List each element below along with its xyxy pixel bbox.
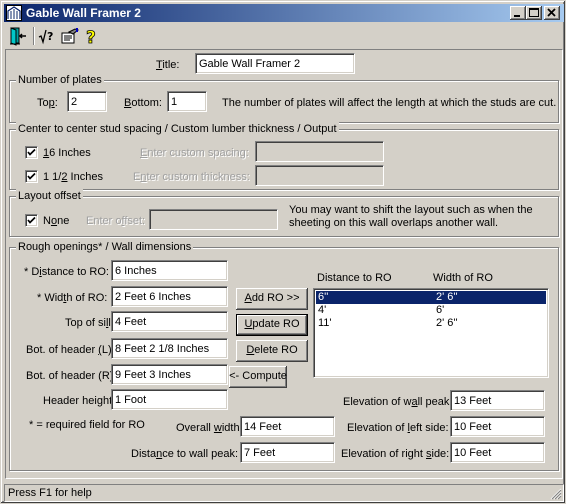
plates-note: The number of plates will affect the len…	[222, 97, 557, 109]
custom-spacing-label: Enter custom spacing:	[140, 147, 249, 159]
delete-ro-button[interactable]: Delete RO	[236, 340, 308, 362]
list-item[interactable]: 11' 2' 6''	[316, 317, 546, 330]
distance-to-ro-input[interactable]: 6 Inches	[111, 260, 228, 281]
calculator-sqrt-icon: ?	[38, 29, 53, 45]
offset-input[interactable]	[149, 209, 278, 230]
update-ro-button[interactable]: Update RO	[236, 314, 308, 336]
checkmark-icon	[27, 148, 36, 156]
thickness-label[interactable]: 1 1/2 Inches	[43, 170, 103, 184]
top-of-sill-input[interactable]: 4 Feet	[111, 311, 228, 332]
help-button[interactable]: ?	[82, 26, 102, 49]
status-bar: Press F1 for help	[4, 483, 564, 502]
spacing-group-title: Center to center stud spacing / Custom l…	[16, 122, 339, 136]
title-input[interactable]: Gable Wall Framer 2	[195, 53, 355, 74]
distance-to-peak-label: Distance to wall peak:	[131, 448, 239, 460]
list-item-distance: 6''	[318, 291, 329, 303]
status-text: Press F1 for help	[4, 484, 564, 502]
resize-grip-icon[interactable]	[550, 488, 562, 500]
elevation-left-label: Elevation of left side:	[347, 422, 449, 434]
overall-width-label: Overall width:	[176, 422, 243, 434]
list-item[interactable]: 4' 6'	[316, 304, 546, 317]
elevation-left-input[interactable]: 10 Feet	[450, 416, 545, 437]
checkmark-icon	[27, 172, 36, 180]
checkmark-icon	[27, 216, 36, 224]
ro-listbox[interactable]: 6'' 2' 6'' 4' 6' 11' 2' 6''	[313, 288, 549, 378]
required-note: * = required field for RO	[29, 419, 145, 431]
offset-label: Enter offset:	[86, 215, 146, 227]
exit-door-icon	[10, 27, 26, 46]
custom-spacing-input[interactable]	[255, 141, 384, 162]
list-item-distance: 11'	[318, 317, 332, 329]
layout-group-title: Layout offset	[16, 189, 83, 203]
list-item[interactable]: 6'' 2' 6''	[316, 291, 546, 304]
distance-to-peak-input[interactable]: 7 Feet	[240, 442, 335, 463]
bottom-header-left-input[interactable]: 8 Feet 2 1/8 Inches	[111, 338, 228, 359]
top-of-sill-label: Top of sill:	[65, 317, 114, 329]
plates-group-title: Number of plates	[16, 73, 104, 87]
bottom-header-right-input[interactable]: 9 Feet 3 Inches	[111, 364, 228, 385]
overall-width-input[interactable]: 14 Feet	[240, 416, 335, 437]
toolbar-separator	[33, 27, 35, 45]
compute-button[interactable]: <- Compute	[229, 366, 287, 388]
bottom-plates-input[interactable]: 1	[167, 91, 207, 112]
spacing-16-checkbox[interactable]	[25, 146, 38, 159]
close-button[interactable]	[544, 6, 560, 20]
width-of-ro-input[interactable]: 2 Feet 6 Inches	[111, 286, 228, 307]
layout-group: Layout offset None Enter offset: You may…	[9, 189, 559, 237]
bottom-header-left-label: Bot. of header (L):	[26, 344, 115, 356]
plates-group: Number of plates Top: 2 Bottom: 1 The nu…	[9, 73, 559, 123]
elevation-right-label: Elevation of right side:	[341, 448, 450, 460]
add-ro-button[interactable]: Add RO >>	[236, 288, 308, 310]
help-icon: ?	[86, 28, 97, 49]
window-title: Gable Wall Framer 2	[26, 6, 141, 20]
svg-text:?: ?	[47, 30, 53, 43]
toolbar: ? ?	[4, 24, 564, 48]
thickness-checkbox[interactable]	[25, 170, 38, 183]
rough-openings-group-title: Rough openings* / Wall dimensions	[16, 240, 194, 254]
list-header-distance[interactable]: Distance to RO	[317, 271, 392, 285]
no-offset-checkbox[interactable]	[25, 214, 38, 227]
title-bar[interactable]: Gable Wall Framer 2	[4, 4, 564, 22]
distance-to-ro-label: * Distance to RO:	[24, 266, 109, 278]
close-icon	[547, 8, 556, 17]
svg-text:?: ?	[86, 28, 96, 46]
elevation-right-input[interactable]: 10 Feet	[450, 442, 545, 463]
minimize-button[interactable]	[510, 6, 526, 20]
top-plates-label: Top:	[37, 97, 58, 109]
spacing-group: Center to center stud spacing / Custom l…	[9, 122, 559, 190]
no-offset-label[interactable]: None	[43, 214, 69, 228]
top-plates-input[interactable]: 2	[67, 91, 107, 112]
maximize-icon	[529, 8, 539, 17]
properties-button[interactable]	[60, 26, 80, 46]
list-item-width: 2' 6''	[436, 317, 458, 329]
header-height-input[interactable]: 1 Foot	[111, 389, 228, 410]
layout-note-line1: You may want to shift the layout such as…	[289, 204, 533, 216]
elevation-peak-label: Elevation of wall peak:	[343, 396, 453, 408]
width-of-ro-label: * Width of RO:	[37, 292, 108, 304]
app-window: Gable Wall Framer 2 ? ? Title: Gable Wal…	[0, 0, 566, 504]
rough-openings-group: Rough openings* / Wall dimensions * Dist…	[9, 240, 559, 471]
form-area: Title: Gable Wall Framer 2 Number of pla…	[5, 49, 563, 479]
list-item-distance: 4'	[318, 304, 327, 316]
maximize-button[interactable]	[526, 6, 542, 20]
bottom-header-right-label: Bot. of header (R):	[26, 370, 117, 382]
properties-icon	[61, 28, 80, 44]
spacing-16-label[interactable]: 16 Inches	[43, 146, 91, 160]
bottom-plates-label: Bottom:	[124, 97, 162, 109]
list-header-width[interactable]: Width of RO	[433, 271, 493, 285]
app-icon	[6, 5, 22, 21]
list-item-width: 2' 6''	[436, 291, 458, 303]
custom-thickness-input[interactable]	[255, 165, 384, 186]
list-item-width: 6'	[436, 304, 445, 316]
elevation-peak-input[interactable]: 13 Feet	[450, 390, 545, 411]
title-label: Title:	[156, 59, 180, 71]
layout-note-line2: sheeting on this wall overlaps another w…	[289, 217, 499, 229]
custom-thickness-label: Enter custom thickness:	[133, 171, 250, 183]
calculator-button[interactable]: ?	[38, 26, 58, 46]
minimize-icon	[514, 15, 520, 17]
header-height-label: Header height:	[43, 395, 116, 407]
exit-button[interactable]	[8, 26, 28, 46]
